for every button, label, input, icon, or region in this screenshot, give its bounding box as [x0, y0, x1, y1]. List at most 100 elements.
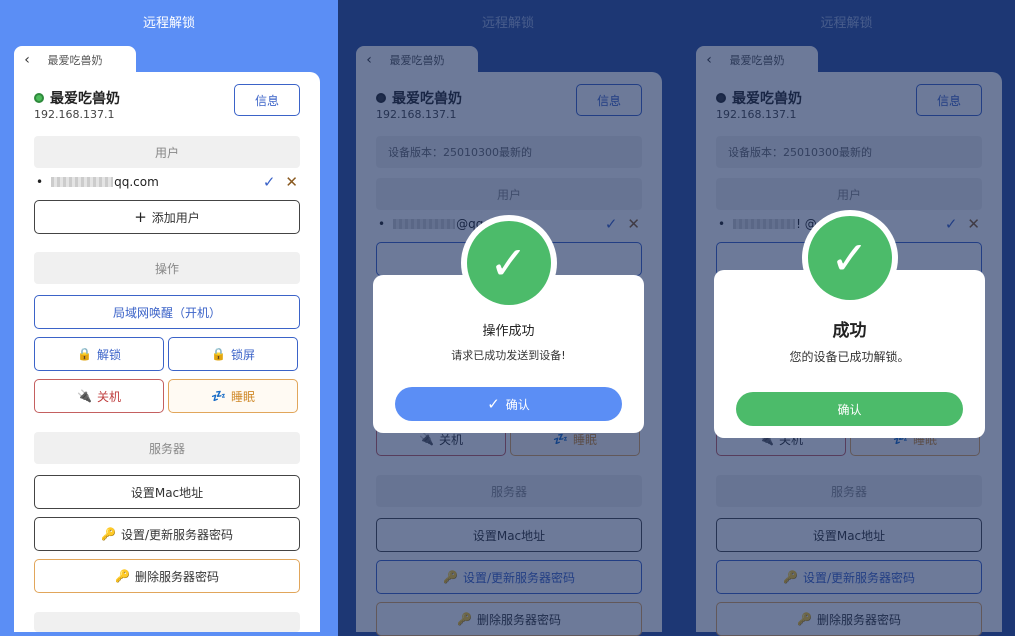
user-email: qq.com: [114, 175, 159, 189]
device-name: 最爱吃兽奶: [392, 91, 462, 107]
device-tab[interactable]: ‹ 最爱吃兽奶: [696, 46, 818, 74]
set-mac-button[interactable]: 设置Mac地址: [34, 475, 300, 509]
set-password-label: 设置/更新服务器密码: [462, 570, 575, 585]
operation-success-dialog: ✓ 操作成功 请求已成功发送到设备! ✓ 确认: [373, 215, 644, 433]
set-mac-button[interactable]: 设置Mac地址: [376, 518, 642, 552]
approve-icon[interactable]: ✓: [605, 215, 618, 233]
plug-icon: 🔌: [77, 389, 92, 403]
wol-button[interactable]: 局域网唤醒（开机）: [34, 295, 300, 329]
tab-label: 最爱吃兽奶: [47, 54, 103, 67]
key-icon: 🔑: [115, 569, 130, 583]
version-text: 设备版本：25010300最新的: [716, 136, 982, 168]
device-header: 最爱吃兽奶: [376, 88, 462, 108]
unlock-label: 解锁: [96, 347, 121, 362]
redacted-email: [51, 177, 114, 187]
remove-icon[interactable]: ✕: [285, 173, 298, 191]
checkmark-icon: ✓: [807, 216, 892, 300]
set-password-label: 设置/更新服务器密码: [802, 570, 915, 585]
delete-password-button[interactable]: 🔑 删除服务器密码: [376, 602, 642, 636]
device-header: 最爱吃兽奶: [34, 88, 120, 108]
info-button[interactable]: 信息: [916, 84, 982, 116]
device-name: 最爱吃兽奶: [50, 91, 120, 107]
key-icon: 🔑: [101, 527, 116, 541]
screen-title: 远程解锁: [142, 16, 195, 31]
section-more: [34, 612, 300, 632]
bullet: •: [378, 217, 386, 231]
device-header: 最爱吃兽奶: [716, 88, 802, 108]
confirm-label: 确认: [505, 397, 530, 412]
user-row: • qq.com ✓ ✕: [36, 172, 298, 192]
back-icon[interactable]: ‹: [696, 52, 722, 68]
status-icon: [716, 93, 726, 103]
delete-password-label: 删除服务器密码: [134, 569, 219, 584]
key-icon: 🔑: [783, 570, 798, 584]
sleep-button[interactable]: 💤 睡眠: [168, 379, 298, 413]
set-password-button[interactable]: 🔑 设置/更新服务器密码: [716, 560, 982, 594]
set-password-button[interactable]: 🔑 设置/更新服务器密码: [34, 517, 300, 551]
info-button[interactable]: 信息: [576, 84, 642, 116]
remove-icon[interactable]: ✕: [627, 215, 640, 233]
device-ip: 192.168.137.1: [376, 108, 457, 121]
confirm-button[interactable]: ✓ 确认: [395, 387, 622, 421]
approve-icon[interactable]: ✓: [263, 173, 276, 191]
section-server: 服务器: [376, 475, 642, 507]
back-icon[interactable]: ‹: [356, 52, 382, 68]
device-ip: 192.168.137.1: [716, 108, 797, 121]
delete-password-button[interactable]: 🔑 删除服务器密码: [716, 602, 982, 636]
section-users: 用户: [34, 136, 300, 168]
shutdown-label: 关机: [96, 389, 121, 404]
check-icon: ✓: [487, 395, 500, 413]
dialog-message: 您的设备已成功解锁。: [789, 350, 910, 364]
tab-label: 最爱吃兽奶: [729, 54, 785, 67]
set-mac-button[interactable]: 设置Mac地址: [716, 518, 982, 552]
screen-title: 远程解锁: [481, 16, 534, 31]
add-user-button[interactable]: + 添加用户: [34, 200, 300, 234]
key-icon: 🔑: [443, 570, 458, 584]
confirm-button[interactable]: 确认: [736, 392, 963, 426]
section-users: 用户: [716, 178, 982, 210]
approve-icon[interactable]: ✓: [945, 215, 958, 233]
version-text: 设备版本：25010300最新的: [376, 136, 642, 168]
screen-title: 远程解锁: [820, 16, 873, 31]
plus-icon: +: [134, 208, 147, 226]
lock-screen-button[interactable]: 🔒 锁屏: [168, 337, 298, 371]
checkmark-icon: ✓: [466, 221, 551, 305]
dialog-title: 成功: [832, 321, 867, 341]
success-badge: ✓: [801, 210, 898, 306]
set-password-label: 设置/更新服务器密码: [120, 527, 233, 542]
bullet: •: [718, 217, 726, 231]
sleep-icon: 💤: [211, 389, 226, 403]
remove-icon[interactable]: ✕: [967, 215, 980, 233]
back-icon[interactable]: ‹: [14, 52, 40, 68]
redacted-email: [733, 219, 796, 229]
plug-icon: 🔌: [419, 432, 434, 446]
lock-icon: 🔒: [211, 347, 226, 361]
section-users: 用户: [376, 178, 642, 210]
info-button[interactable]: 信息: [234, 84, 300, 116]
redacted-email: [393, 219, 456, 229]
section-server: 服务器: [34, 432, 300, 464]
dialog-message: 请求已成功发送到设备!: [451, 349, 566, 362]
section-server: 服务器: [716, 475, 982, 507]
delete-password-button[interactable]: 🔑 删除服务器密码: [34, 559, 300, 593]
status-icon: [376, 93, 386, 103]
section-operations: 操作: [34, 252, 300, 284]
shutdown-label: 关机: [438, 432, 463, 447]
device-ip: 192.168.137.1: [34, 108, 115, 121]
unlock-success-dialog: ✓ 成功 您的设备已成功解锁。 确认: [714, 210, 985, 438]
set-password-button[interactable]: 🔑 设置/更新服务器密码: [376, 560, 642, 594]
panel-main: 远程解锁 ‹ 最爱吃兽奶 最爱吃兽奶 192.168.137.1 信息 用户 •…: [0, 0, 338, 636]
device-tab[interactable]: ‹ 最爱吃兽奶: [14, 46, 136, 74]
tab-label: 最爱吃兽奶: [389, 54, 445, 67]
device-name: 最爱吃兽奶: [732, 91, 802, 107]
add-user-label: 添加用户: [151, 210, 200, 225]
shutdown-button[interactable]: 🔌 关机: [34, 379, 164, 413]
delete-password-label: 删除服务器密码: [476, 612, 561, 627]
lock-icon: 🔒: [77, 347, 92, 361]
unlock-button[interactable]: 🔒 解锁: [34, 337, 164, 371]
device-tab[interactable]: ‹ 最爱吃兽奶: [356, 46, 478, 74]
dialog-title: 操作成功: [482, 324, 535, 339]
sleep-label: 睡眠: [230, 389, 255, 404]
confirm-label: 确认: [837, 402, 862, 417]
device-card: 最爱吃兽奶 192.168.137.1 信息 用户 • qq.com ✓ ✕ +…: [14, 72, 320, 632]
